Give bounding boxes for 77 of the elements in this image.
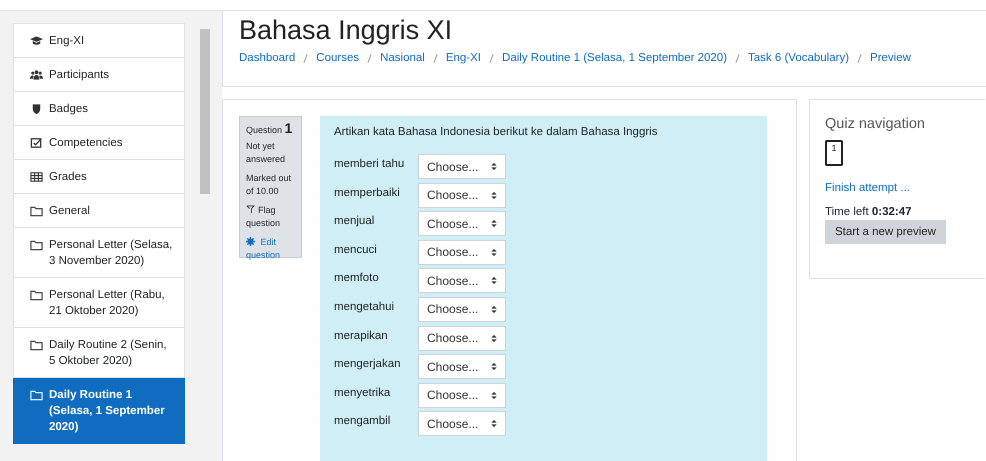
flag-icon [246, 205, 255, 214]
word-label: mengambil [334, 414, 392, 428]
sidebar-item[interactable]: Eng-XI [13, 23, 185, 58]
answer-dropdown[interactable]: Choose... [418, 268, 506, 294]
time-left: Time left 0:32:47 [825, 206, 912, 218]
word-label: mengerjakan [334, 357, 402, 370]
breadcrumb-link[interactable]: Nasional [380, 52, 425, 64]
question-marks: Marked out of 10.00 [246, 172, 292, 198]
sort-caret-icon [491, 419, 497, 428]
folder-icon [30, 289, 43, 301]
answer-dropdown[interactable]: Choose... [418, 154, 506, 179]
users-icon [30, 69, 43, 81]
answer-dropdown[interactable]: Choose... [418, 240, 506, 265]
word-label: menyetrika [334, 386, 392, 399]
breadcrumb-link[interactable]: Daily Routine 1 (Selasa, 1 September 2020) [502, 52, 728, 64]
sort-caret-icon [491, 390, 497, 400]
sidebar-item[interactable]: General [13, 194, 185, 228]
word-label: menjual [334, 214, 376, 228]
folder-icon [30, 389, 43, 401]
sort-caret-icon [491, 219, 497, 228]
word-label: memfoto [334, 271, 380, 284]
sort-caret-icon [491, 276, 497, 286]
sidebar-item[interactable]: Badges [13, 92, 185, 126]
separator-icon [857, 52, 862, 64]
sidebar-item[interactable]: Grades [13, 160, 185, 194]
word-label: memperbaiki [334, 186, 401, 199]
folder-icon [30, 339, 43, 351]
separator-icon [735, 52, 740, 64]
question-status: Not yet answered [246, 140, 286, 166]
answer-dropdown[interactable]: Choose... [418, 326, 506, 351]
word-label: mengetahui [334, 300, 396, 313]
sidebar-item[interactable]: Participants [13, 58, 185, 92]
checkbox-icon [30, 137, 43, 149]
breadcrumb-link[interactable]: Dashboard [239, 52, 296, 64]
answer-dropdown[interactable]: Choose... [418, 182, 506, 208]
finish-attempt-link[interactable]: Finish attempt ... [825, 182, 970, 194]
answer-dropdown[interactable]: Choose... [418, 382, 506, 408]
sort-caret-icon [491, 362, 497, 372]
answer-dropdown[interactable]: Choose... [418, 296, 506, 322]
panel-title: Quiz navigation [825, 116, 926, 132]
answer-dropdown[interactable]: Choose... [418, 354, 506, 380]
question-number: Question 1 [246, 122, 294, 137]
folder-icon [30, 239, 43, 251]
sort-caret-icon [491, 190, 497, 200]
breadcrumb-link[interactable]: Task 6 (Vocabulary) [748, 52, 850, 64]
flag-question-link[interactable]: Flag question [246, 204, 295, 230]
sort-caret-icon [491, 304, 497, 314]
word-label: memberi tahu [334, 157, 406, 170]
breadcrumb-link[interactable]: Courses [316, 52, 360, 64]
sidebar-item[interactable]: Daily Routine 2 (Senin, 5 Oktober 2020) [13, 328, 185, 378]
sort-caret-icon [491, 248, 497, 257]
question-nav-button[interactable]: 1 [825, 140, 843, 166]
sort-caret-icon [491, 162, 497, 171]
sidebar-item[interactable]: Personal Letter (Selasa, 3 November 2020) [13, 228, 185, 278]
answer-dropdown[interactable]: Choose... [418, 211, 506, 236]
sidebar-item[interactable]: Daily Routine 1 (Selasa, 1 September 2020) [13, 378, 185, 444]
word-label: merapikan [334, 328, 389, 342]
sidebar-item[interactable]: Personal Letter (Rabu, 21 Oktober 2020) [13, 278, 185, 328]
separator-icon [367, 52, 372, 64]
graduation-cap-icon [30, 35, 43, 47]
page-title: Bahasa Inggris XI [239, 15, 454, 46]
edit-question-link[interactable]: Edit question [246, 236, 295, 262]
word-label: mencuci [334, 242, 378, 256]
question-prompt: Artikan kata Bahasa Indonesia berikut ke dalam Bahasa Inggris [334, 126, 658, 138]
breadcrumb-link[interactable]: Preview [870, 52, 911, 64]
start-preview-button[interactable]: Start a new preview [825, 220, 946, 244]
gear-icon [246, 237, 255, 246]
separator-icon [303, 52, 308, 64]
sidebar-item[interactable]: Competencies [13, 126, 185, 160]
shield-icon [30, 103, 43, 115]
sort-caret-icon [491, 334, 497, 343]
folder-icon [30, 205, 43, 217]
separator-icon [489, 52, 494, 64]
separator-icon [432, 52, 438, 64]
answer-dropdown[interactable]: Choose... [418, 411, 506, 436]
breadcrumb-link[interactable]: Eng-XI [446, 52, 482, 64]
table-icon [30, 171, 43, 183]
